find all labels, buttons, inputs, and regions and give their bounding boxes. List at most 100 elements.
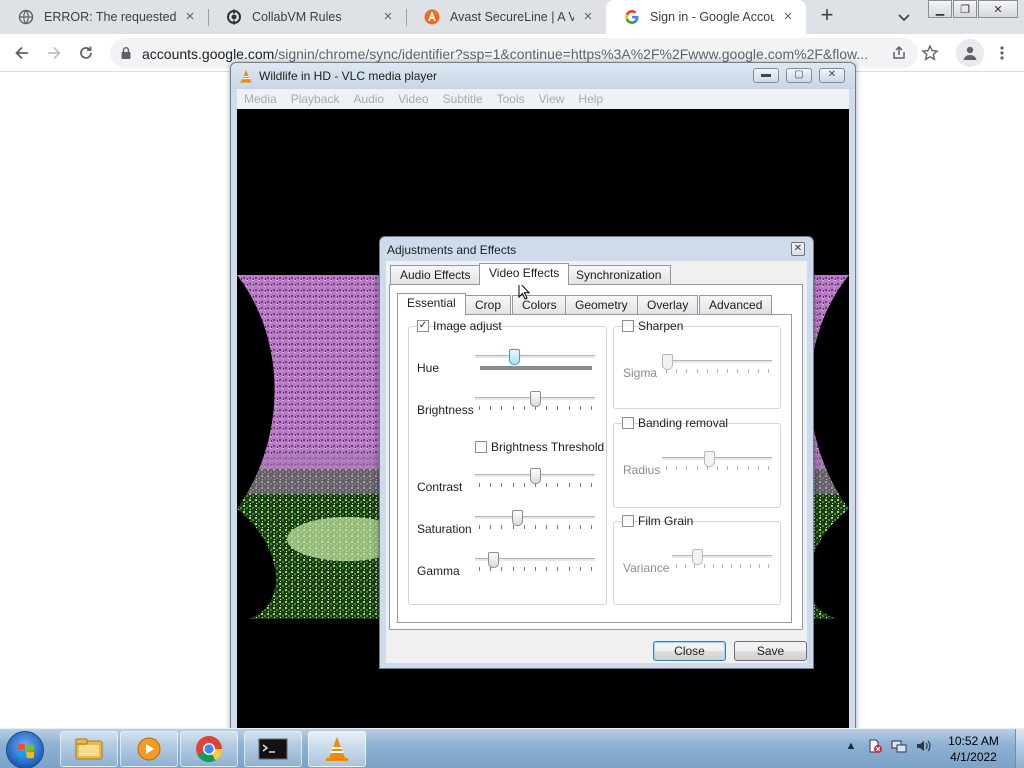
url-text[interactable]: accounts.google.com/signin/chrome/sync/i… <box>142 46 878 62</box>
variance-slider[interactable] <box>672 549 772 573</box>
close-tab-icon[interactable]: × <box>780 9 796 25</box>
menu-audio[interactable]: Audio <box>346 92 391 106</box>
maximize-icon[interactable]: ▢ <box>786 68 812 83</box>
volume-icon[interactable] <box>914 737 932 755</box>
slider-thumb[interactable] <box>692 549 703 565</box>
forward-icon[interactable] <box>42 41 66 65</box>
slider-thumb[interactable] <box>662 354 673 370</box>
tab-overlay[interactable]: Overlay <box>637 295 699 314</box>
saturation-slider[interactable] <box>475 510 595 534</box>
vlc-title-bar[interactable]: Wildlife in HD - VLC media player ▬ ▢ ✕ <box>231 63 855 89</box>
reload-icon[interactable] <box>74 41 98 65</box>
bookmark-star-icon[interactable] <box>918 41 942 65</box>
kebab-menu-icon[interactable] <box>990 41 1014 65</box>
back-icon[interactable] <box>10 41 34 65</box>
slider-thumb[interactable] <box>704 451 715 467</box>
browser-tab-avast[interactable]: Avast SecureLine | A VPN × <box>406 0 606 34</box>
close-tab-icon[interactable]: × <box>380 9 396 25</box>
taskbar-media-player[interactable] <box>120 731 178 767</box>
lock-icon[interactable] <box>119 46 133 60</box>
close-tab-icon[interactable]: × <box>182 9 198 25</box>
slider-tick <box>479 483 480 487</box>
close-button[interactable]: Close <box>653 641 726 661</box>
browser-tab-error[interactable]: ERROR: The requested UR × <box>0 0 208 34</box>
close-tab-icon[interactable]: × <box>580 9 596 25</box>
tab-crop[interactable]: Crop <box>465 295 512 314</box>
save-button[interactable]: Save <box>734 641 807 661</box>
slider-track[interactable] <box>672 555 772 558</box>
slider-tick <box>479 525 480 529</box>
gamma-slider[interactable] <box>475 552 595 576</box>
sigma-slider[interactable] <box>662 354 772 378</box>
slider-tick <box>501 525 502 529</box>
close-icon[interactable]: ✕ <box>819 68 845 83</box>
taskbar-chrome[interactable] <box>180 731 238 767</box>
slider-tick <box>748 466 749 470</box>
taskbar-explorer[interactable] <box>60 731 118 767</box>
slider-thumb[interactable] <box>530 468 541 484</box>
close-icon[interactable]: ✕ <box>791 242 805 256</box>
chevron-down-icon[interactable] <box>895 8 913 26</box>
brightness-threshold-checkbox[interactable] <box>475 441 487 453</box>
show-desktop-button[interactable] <box>1015 729 1024 768</box>
new-tab-button[interactable]: + <box>815 4 839 28</box>
film-grain-checkbox[interactable] <box>622 515 634 527</box>
tab-advanced[interactable]: Advanced <box>699 295 773 314</box>
tab-synchronization[interactable]: Synchronization <box>566 265 672 284</box>
cmd-icon <box>258 738 288 760</box>
sharpen-checkbox[interactable] <box>622 320 634 332</box>
share-icon[interactable] <box>890 44 908 62</box>
slider-tick <box>731 564 732 568</box>
menu-view[interactable]: View <box>532 92 572 106</box>
clock-time: 10:52 AM <box>948 734 999 748</box>
taskbar-cmd[interactable] <box>244 731 302 767</box>
url-path: /signin/chrome/sync/identifier?ssp=1&con… <box>274 46 869 62</box>
slider-thumb[interactable] <box>530 391 541 407</box>
tab-video-effects[interactable]: Video Effects <box>479 263 570 285</box>
slider-thumb[interactable] <box>512 510 523 526</box>
radius-slider[interactable] <box>662 451 772 475</box>
menu-playback[interactable]: Playback <box>284 92 347 106</box>
tab-essential[interactable]: Essential <box>397 293 466 315</box>
slider-tick <box>591 406 592 410</box>
banding-removal-checkbox[interactable] <box>622 417 634 429</box>
minimize-icon[interactable]: ▬ <box>753 68 779 83</box>
network-icon[interactable] <box>890 737 908 755</box>
start-button[interactable] <box>6 731 44 768</box>
action-center-icon[interactable] <box>866 737 884 755</box>
slider-track[interactable] <box>662 360 772 363</box>
menu-video[interactable]: Video <box>391 92 435 106</box>
slider-tick <box>557 567 558 571</box>
minimize-icon[interactable]: ▁ <box>928 0 952 18</box>
slider-tick <box>591 483 592 487</box>
brightness-label: Brightness <box>417 403 474 417</box>
slider-thumb[interactable] <box>509 349 520 365</box>
browser-tab-collabvm[interactable]: CollabVM Rules × <box>208 0 406 34</box>
image-adjust-checkbox[interactable]: ✓ <box>417 320 429 332</box>
menu-subtitle[interactable]: Subtitle <box>436 92 490 106</box>
taskbar-vlc[interactable] <box>308 731 366 767</box>
profile-avatar-icon[interactable] <box>956 39 984 67</box>
close-window-icon[interactable]: ✕ <box>978 0 1018 18</box>
slider-tick <box>580 567 581 571</box>
brightness-slider[interactable] <box>475 391 595 415</box>
menu-media[interactable]: Media <box>237 92 284 106</box>
browser-tab-google-signin[interactable]: Sign in - Google Account × <box>606 0 806 34</box>
slider-thumb[interactable] <box>488 552 499 568</box>
slider-track[interactable] <box>662 457 772 460</box>
slider-tick <box>479 567 480 571</box>
tab-audio-effects[interactable]: Audio Effects <box>390 265 481 284</box>
slider-track[interactable] <box>475 516 595 519</box>
tab-geometry[interactable]: Geometry <box>565 295 638 314</box>
menu-help[interactable]: Help <box>571 92 610 106</box>
menu-tools[interactable]: Tools <box>490 92 532 106</box>
slider-track[interactable] <box>475 355 595 358</box>
vlc-cone-icon <box>239 69 253 83</box>
dialog-title-bar[interactable]: Adjustments and Effects ✕ <box>380 237 813 261</box>
slider-tick <box>580 483 581 487</box>
slider-tick <box>569 525 570 529</box>
contrast-slider[interactable] <box>475 468 595 492</box>
restore-icon[interactable]: ❐ <box>953 0 977 18</box>
system-clock[interactable]: 10:52 AM 4/1/2022 <box>936 733 1011 765</box>
show-hidden-icons[interactable]: ▲ <box>842 737 860 755</box>
